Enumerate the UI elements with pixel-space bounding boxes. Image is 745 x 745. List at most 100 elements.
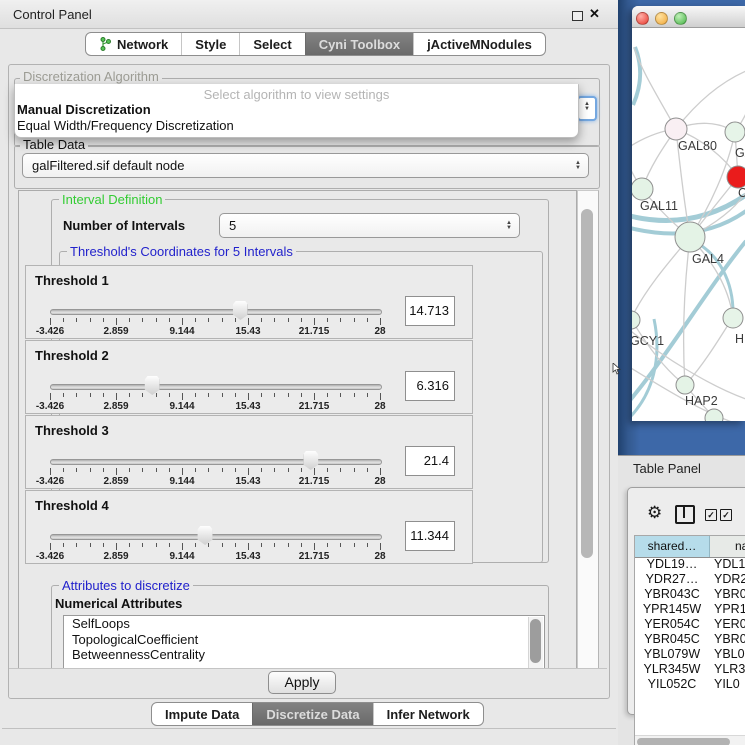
network-node[interactable] — [727, 166, 745, 188]
checkbox-icon[interactable]: ✓ — [720, 509, 732, 521]
table-cell: YDL19… — [635, 557, 709, 572]
combobox-spinner-icon: ▲▼ — [506, 221, 512, 231]
network-node-label: GA — [735, 146, 745, 160]
table-cell: YBL079W — [635, 647, 709, 662]
tab-infer-network[interactable]: Infer Network — [373, 703, 483, 725]
thresholds-group-title: Threshold's Coordinates for 5 Intervals — [67, 245, 296, 258]
tab-discretize-data[interactable]: Discretize Data — [252, 703, 372, 725]
list-scrollbar-thumb[interactable] — [530, 619, 541, 663]
threshold-slider-track[interactable] — [50, 309, 382, 315]
network-canvas[interactable]: GAL80GACGAL11GAL4GCY1HHAP2 — [632, 27, 745, 421]
algorithm-popup-hint: Select algorithm to view settings — [15, 87, 578, 102]
algorithm-option[interactable]: Manual Discretization — [15, 102, 578, 118]
tab-select[interactable]: Select — [239, 33, 304, 55]
network-node[interactable] — [632, 311, 640, 329]
slider-tick-marks: -3.4262.8599.14415.4321.71528 — [50, 468, 380, 486]
slider-tick-label: 2.859 — [91, 476, 141, 487]
threshold-value-field[interactable]: 11.344 — [405, 521, 455, 551]
zoom-traffic-light[interactable] — [674, 12, 687, 25]
slider-tick-label: 2.859 — [91, 401, 141, 412]
threshold-value-field[interactable]: 14.713 — [405, 296, 455, 326]
table-row[interactable]: YER054CYER0 — [635, 617, 745, 632]
attribute-list-item[interactable]: SelfLoops — [64, 616, 544, 632]
network-edge[interactable] — [685, 317, 733, 385]
table-cell: YIL0 — [709, 677, 745, 692]
table-cell: YBR0 — [709, 587, 745, 602]
slider-tick-label: 15.43 — [223, 401, 273, 412]
table-row[interactable]: YBL079WYBL0 — [635, 647, 745, 662]
tab-label: Discretize Data — [266, 707, 359, 722]
network-icon — [99, 37, 112, 51]
network-node[interactable] — [723, 308, 743, 328]
settings-scrollbar[interactable] — [577, 190, 599, 670]
table-cell: YPR145W — [635, 602, 709, 617]
tab-impute-data[interactable]: Impute Data — [152, 703, 252, 725]
table-row[interactable]: YBR045CYBR0 — [635, 632, 745, 647]
threshold-panel: Threshold 4 -3.4262.8599.14415.4321.7152… — [25, 490, 473, 564]
table-horizontal-scrollbar[interactable] — [635, 735, 745, 745]
table-row[interactable]: YDR27…YDR2 — [635, 572, 745, 587]
table-panel-title: Table Panel — [633, 461, 701, 476]
numerical-attributes-label: Numerical Attributes — [55, 596, 182, 611]
threshold-value-field[interactable]: 6.316 — [405, 371, 455, 401]
tab-jactivemnodules[interactable]: jActiveMNodules — [413, 33, 545, 55]
discretization-algorithm-title: Discretization Algorithm — [20, 70, 162, 83]
list-scrollbar[interactable] — [528, 617, 543, 669]
threshold-value-field[interactable]: 21.4 — [405, 446, 455, 476]
slider-tick-label: -3.426 — [25, 401, 75, 412]
attribute-list-item[interactable]: TopologicalCoefficient — [64, 632, 544, 648]
algorithm-option[interactable]: Equal Width/Frequency Discretization — [15, 118, 578, 134]
number-of-intervals-combobox[interactable]: 5 ▲▼ — [219, 213, 520, 238]
split-columns-icon[interactable] — [675, 505, 695, 524]
table-data-title: Table Data — [20, 138, 88, 151]
attributes-group-title: Attributes to discretize — [59, 579, 193, 592]
threshold-slider-track[interactable] — [50, 384, 382, 390]
threshold-slider-track[interactable] — [50, 534, 382, 540]
table-row[interactable]: YBR043CYBR0 — [635, 587, 745, 602]
table-cell: YLR3 — [709, 662, 745, 677]
network-node[interactable] — [665, 118, 687, 140]
table-hscrollbar-thumb[interactable] — [637, 738, 730, 745]
tab-network[interactable]: Network — [86, 33, 181, 55]
close-icon[interactable]: ✕ — [589, 6, 600, 22]
table-row[interactable]: YLR345WYLR3 — [635, 662, 745, 677]
numerical-attributes-list[interactable]: SelfLoopsTopologicalCoefficientBetweenne… — [63, 615, 545, 670]
table-header-name[interactable]: na — [710, 536, 745, 557]
threshold-label: Threshold 4 — [35, 498, 109, 513]
threshold-panel: Threshold 1 -3.4262.8599.14415.4321.7152… — [25, 265, 473, 339]
apply-button[interactable]: Apply — [268, 671, 336, 694]
checkbox-icon[interactable]: ✓ — [705, 509, 717, 521]
table-row[interactable]: YPR145WYPR1 — [635, 602, 745, 617]
network-node[interactable] — [725, 122, 745, 142]
control-panel-titlebar: Control Panel ✕ — [0, 0, 618, 29]
network-node[interactable] — [676, 376, 694, 394]
table-data-combobox[interactable]: galFiltered.sif default node ▲▼ — [22, 153, 589, 178]
attribute-list-item[interactable]: BetweennessCentrality — [64, 647, 544, 663]
settings-scrollbar-thumb[interactable] — [581, 209, 593, 558]
slider-tick-label: 15.43 — [223, 476, 273, 487]
settings-scroll-viewport: Interval Definition Number of Intervals … — [18, 190, 577, 670]
threshold-slider-track[interactable] — [50, 459, 382, 465]
slider-tick-label: 28 — [355, 551, 405, 562]
slider-tick-label: 2.859 — [91, 551, 141, 562]
table-cell: YBL0 — [709, 647, 745, 662]
network-node-label: GCY1 — [632, 334, 664, 348]
float-window-icon[interactable] — [572, 11, 583, 21]
network-node[interactable] — [632, 178, 653, 200]
slider-tick-label: 9.144 — [157, 476, 207, 487]
network-edge[interactable] — [676, 71, 745, 129]
tab-cyni-toolbox[interactable]: Cyni Toolbox — [305, 33, 413, 55]
gear-icon[interactable]: ⚙ — [647, 504, 662, 521]
tab-label: Style — [195, 37, 226, 52]
algorithm-combobox-spinner[interactable]: ▲▼ — [577, 96, 597, 121]
network-edge[interactable] — [684, 237, 690, 385]
table-row[interactable]: YIL052CYIL0 — [635, 677, 745, 692]
tab-style[interactable]: Style — [181, 33, 239, 55]
table-header-shared-name[interactable]: shared… — [635, 536, 710, 557]
minimize-traffic-light[interactable] — [655, 12, 668, 25]
slider-tick-label: -3.426 — [25, 476, 75, 487]
close-traffic-light[interactable] — [636, 12, 649, 25]
table-row[interactable]: YDL19…YDL1 — [635, 557, 745, 572]
threshold-label: Threshold 1 — [35, 273, 109, 288]
network-node[interactable] — [675, 222, 705, 252]
